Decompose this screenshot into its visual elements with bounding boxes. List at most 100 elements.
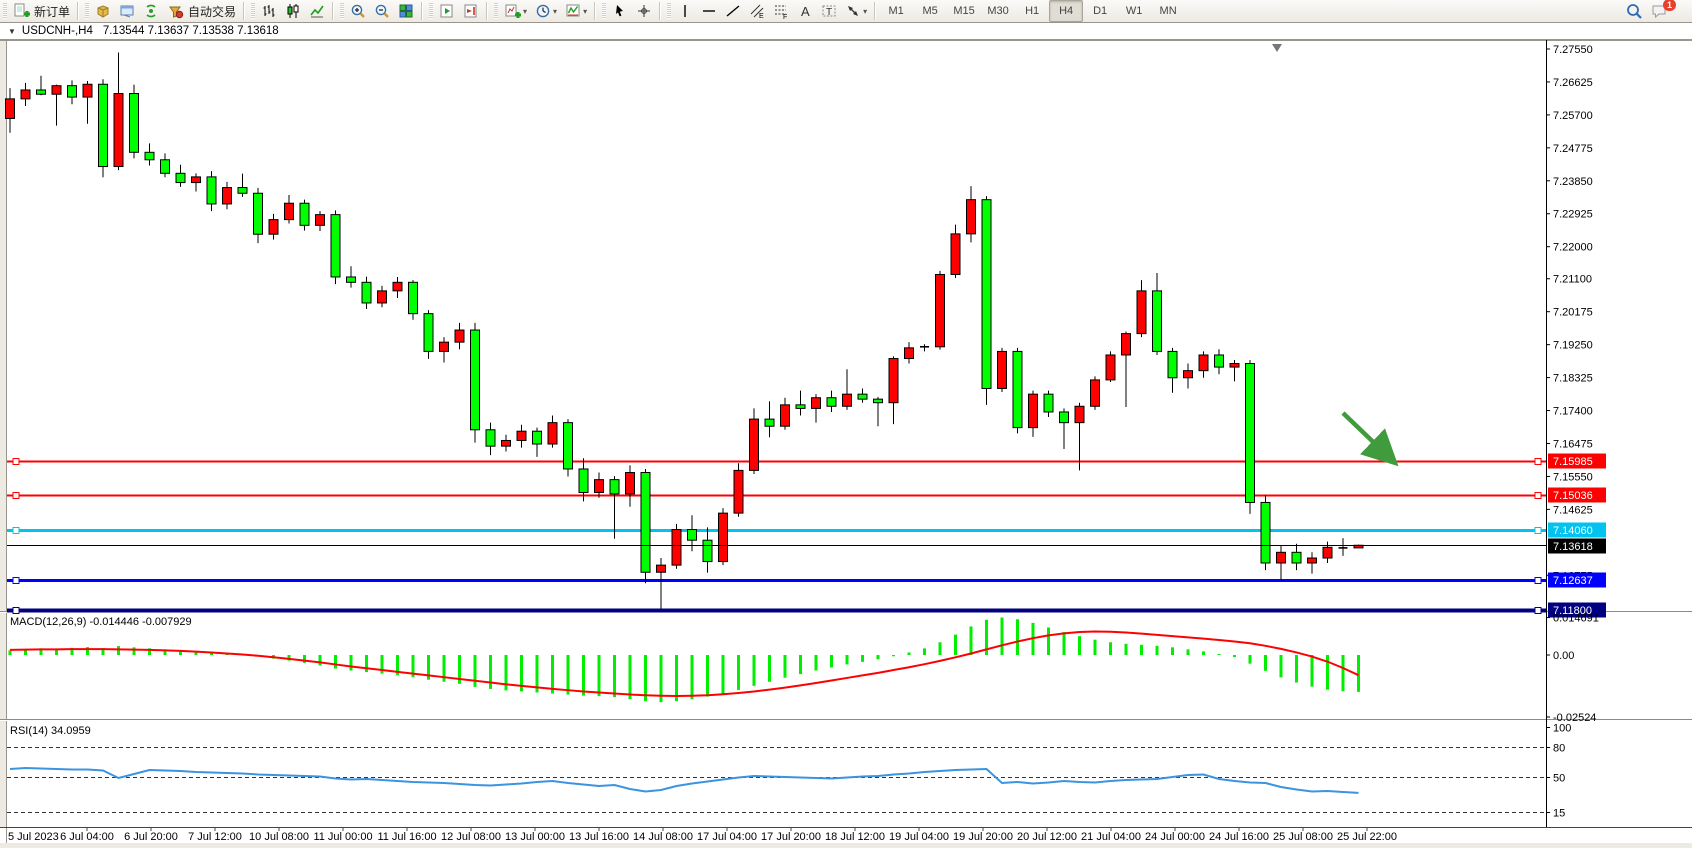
svg-text:15: 15 (1553, 808, 1565, 820)
svg-text:80: 80 (1553, 743, 1565, 755)
svg-text:7.23850: 7.23850 (1553, 176, 1593, 188)
line-handle[interactable] (13, 578, 19, 584)
cursor-tool-button[interactable] (608, 0, 632, 22)
rsi-indicator-label: RSI(14) 34.0959 (10, 725, 91, 737)
svg-text:14 Jul 08:00: 14 Jul 08:00 (633, 831, 693, 843)
line-handle[interactable] (13, 459, 19, 465)
svg-text:25 Jul 22:00: 25 Jul 22:00 (1337, 831, 1397, 843)
line-chart-icon (309, 3, 325, 19)
svg-text:10 Jul 08:00: 10 Jul 08:00 (249, 831, 309, 843)
zoom-in-button[interactable] (346, 0, 370, 22)
toolbar-grip (667, 3, 671, 19)
autotrade-icon (167, 3, 184, 19)
chart-shift-button[interactable] (459, 0, 483, 22)
svg-text:24 Jul 00:00: 24 Jul 00:00 (1145, 831, 1205, 843)
line-handle[interactable] (1535, 608, 1541, 614)
toolbar-separator (594, 2, 596, 20)
timeframe-button-mn[interactable]: MN (1151, 0, 1185, 22)
bar-chart-button[interactable] (257, 0, 281, 22)
arrows-tool-button[interactable]: ▾ (841, 0, 871, 22)
toolbar-separator (486, 2, 488, 20)
trendline-tool-button[interactable] (721, 0, 745, 22)
autotrade-button[interactable]: 自动交易 (163, 0, 240, 22)
crosshair-tool-button[interactable] (632, 0, 656, 22)
indicators-icon (565, 3, 581, 19)
timeframe-button-m1[interactable]: M1 (879, 0, 913, 22)
candle-chart-button[interactable] (281, 0, 305, 22)
auto-scroll-button[interactable] (435, 0, 459, 22)
timeframe-button-m5[interactable]: M5 (913, 0, 947, 22)
chart-left-frame (0, 40, 7, 828)
line-handle[interactable] (1535, 578, 1541, 584)
toolbar-separator (659, 2, 661, 20)
svg-text:24 Jul 16:00: 24 Jul 16:00 (1209, 831, 1269, 843)
svg-text:50: 50 (1553, 773, 1565, 785)
chart-dropdown-icon[interactable]: ▼ (8, 27, 16, 36)
svg-text:7.15036: 7.15036 (1553, 490, 1593, 502)
toolbar-grip (3, 3, 7, 19)
period-clock-icon (535, 3, 551, 19)
market-watch-button[interactable] (91, 0, 115, 22)
chart-area[interactable]: 7.275507.266257.257007.247757.238507.229… (0, 40, 1692, 848)
svg-text:E: E (759, 13, 764, 19)
new-chart-button[interactable]: ▾ (500, 0, 531, 22)
navigator-icon (143, 3, 159, 19)
line-chart-button[interactable] (305, 0, 329, 22)
toolbar-grip (85, 3, 89, 19)
line-handle[interactable] (13, 528, 19, 534)
text-label-tool-button[interactable]: T (817, 0, 841, 22)
toolbar: 新订单 自动交易 ▾ ▾ ▾ EFAT ▾ M1M5M15M30H1H4D1W1MN 1 (0, 0, 1692, 23)
timeframe-button-w1[interactable]: W1 (1117, 0, 1151, 22)
svg-text:11 Jul 16:00: 11 Jul 16:00 (377, 831, 436, 843)
toolbar-separator (421, 2, 423, 20)
svg-text:5 Jul 2023: 5 Jul 2023 (8, 831, 59, 843)
new-chart-icon (504, 3, 521, 19)
new-order-button[interactable]: 新订单 (9, 0, 74, 22)
fibonacci-tool-button[interactable]: F (769, 0, 793, 22)
chevron-down-icon[interactable]: ▾ (863, 7, 867, 16)
bar-chart-icon (261, 3, 277, 19)
text-tool-button[interactable]: A (793, 0, 817, 22)
line-handle[interactable] (1535, 459, 1541, 465)
data-window-button[interactable] (115, 0, 139, 22)
line-handle[interactable] (13, 608, 19, 614)
line-handle[interactable] (1535, 493, 1541, 499)
svg-text:7.17400: 7.17400 (1553, 406, 1593, 418)
horizontal-line-tool-button[interactable] (697, 0, 721, 22)
svg-text:21 Jul 04:00: 21 Jul 04:00 (1081, 831, 1141, 843)
search-button[interactable] (1621, 0, 1647, 22)
chevron-down-icon[interactable]: ▾ (523, 7, 527, 16)
vertical-line-tool-button[interactable] (673, 0, 697, 22)
navigator-button[interactable] (139, 0, 163, 22)
timeframe-button-m30[interactable]: M30 (981, 0, 1015, 22)
svg-text:19 Jul 04:00: 19 Jul 04:00 (889, 831, 949, 843)
line-handle[interactable] (1535, 528, 1541, 534)
data-window-icon (119, 3, 135, 19)
svg-text:18 Jul 12:00: 18 Jul 12:00 (825, 831, 885, 843)
indicators-button[interactable]: ▾ (561, 0, 591, 22)
svg-text:7.21100: 7.21100 (1553, 274, 1592, 286)
vline-icon (677, 3, 693, 19)
chevron-down-icon[interactable]: ▾ (553, 7, 557, 16)
autotrade-button-label: 自动交易 (188, 3, 236, 20)
svg-text:7.14625: 7.14625 (1553, 504, 1593, 516)
zoom-out-button[interactable] (370, 0, 394, 22)
equidistant-channel-tool-button[interactable]: E (745, 0, 769, 22)
community-chat-button[interactable]: 1 (1647, 0, 1686, 22)
line-handle[interactable] (13, 493, 19, 499)
auto-scroll-icon (439, 3, 455, 19)
tile-windows-button[interactable] (394, 0, 418, 22)
svg-text:13 Jul 16:00: 13 Jul 16:00 (569, 831, 629, 843)
periods-button[interactable]: ▾ (531, 0, 561, 22)
svg-text:7.16475: 7.16475 (1553, 438, 1593, 450)
svg-text:6 Jul 20:00: 6 Jul 20:00 (124, 831, 178, 843)
timeframe-button-m15[interactable]: M15 (947, 0, 981, 22)
toolbar-grip (602, 3, 606, 19)
svg-text:7.24775: 7.24775 (1553, 143, 1593, 155)
timeframe-button-d1[interactable]: D1 (1083, 0, 1117, 22)
chevron-down-icon[interactable]: ▾ (583, 7, 587, 16)
timeframe-button-h1[interactable]: H1 (1015, 0, 1049, 22)
new-order-button-label: 新订单 (34, 3, 70, 20)
timeframe-button-h4[interactable]: H4 (1049, 0, 1083, 22)
market-watch-icon (95, 3, 111, 19)
